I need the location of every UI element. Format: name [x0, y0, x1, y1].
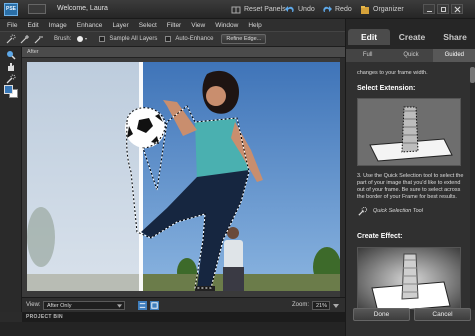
quick-selection-tool-button-icon[interactable]	[357, 206, 368, 217]
photo-artwork	[27, 62, 343, 291]
organizer-icon	[361, 5, 369, 14]
reset-view-icon[interactable]	[150, 301, 159, 310]
menu-window[interactable]: Window	[215, 22, 238, 29]
app-logo: PSE	[4, 3, 18, 16]
step3-instructions: 3. Use the Quick Selection tool to selec…	[357, 173, 464, 200]
menu-enhance[interactable]: Enhance	[77, 22, 103, 29]
tab-create[interactable]: Create	[391, 29, 433, 45]
brush-picker-icon[interactable]	[75, 34, 89, 44]
maximize-button[interactable]	[437, 4, 449, 14]
document-window: After	[22, 47, 345, 297]
reset-panels-icon	[231, 6, 241, 13]
zoom-tool-icon[interactable]	[5, 50, 17, 60]
document-tab-label: After	[27, 49, 39, 55]
zoom-value: 21%	[316, 303, 328, 309]
menu-image[interactable]: Image	[49, 22, 67, 29]
cancel-button[interactable]: Cancel	[414, 308, 471, 321]
sample-all-layers-checkbox[interactable]	[99, 36, 106, 42]
reset-panels-button[interactable]: Reset Panels	[231, 4, 286, 15]
intro-text: changes to your frame width.	[357, 70, 428, 76]
zoom-dropdown-icon[interactable]	[333, 304, 339, 308]
tower-effect-illustration	[358, 248, 460, 310]
organizer-button[interactable]: Organizer	[360, 4, 404, 15]
subtab-quick[interactable]: Quick	[389, 49, 432, 62]
tab-edit[interactable]: Edit	[348, 29, 390, 45]
menu-edit[interactable]: Edit	[27, 22, 38, 29]
project-bin-label: PROJECT BIN	[26, 314, 63, 320]
bottom-bar	[0, 322, 345, 336]
select-extension-heading: Select Extension:	[357, 85, 416, 92]
brush-label: Brush:	[54, 36, 72, 42]
foreground-color-swatch[interactable]	[4, 85, 13, 94]
document-status-bar: View: After Only Zoom: 21%	[22, 297, 345, 312]
quick-selection-tool-label: Quick Selection Tool	[373, 208, 423, 214]
title-bar: PSE Welcome, Laura Reset Panels Undo Red…	[0, 0, 475, 19]
chevron-down-icon	[117, 304, 122, 308]
auto-enhance-checkbox[interactable]	[165, 36, 172, 42]
refine-edge-button[interactable]: Refine Edge...	[221, 34, 267, 44]
create-effect-illustration	[357, 247, 461, 310]
redo-button[interactable]: Redo	[322, 4, 352, 15]
project-bin[interactable]: PROJECT BIN	[22, 312, 345, 322]
redo-icon	[323, 5, 332, 12]
menu-bar: File Edit Image Enhance Layer Select Fil…	[0, 19, 345, 31]
panel-scrollbar[interactable]	[470, 67, 475, 310]
redo-label: Redo	[335, 6, 352, 13]
hand-tool-icon[interactable]	[5, 62, 17, 72]
panel-scrollbar-thumb[interactable]	[470, 67, 475, 83]
menu-layer[interactable]: Layer	[112, 22, 128, 29]
minimize-button[interactable]	[423, 4, 435, 14]
menu-filter[interactable]: Filter	[167, 22, 181, 29]
close-icon	[454, 6, 461, 13]
close-button[interactable]	[451, 4, 463, 14]
toolbox	[0, 47, 22, 312]
edit-mode-tabs: Full Quick Guided	[346, 49, 475, 62]
view-select-value: After Only	[47, 303, 72, 309]
add-to-selection-icon[interactable]	[20, 34, 30, 44]
welcome-text: Welcome, Laura	[57, 5, 108, 12]
workspace-menu-button[interactable]	[28, 4, 46, 14]
menu-help[interactable]: Help	[248, 22, 261, 29]
menu-select[interactable]: Select	[139, 22, 157, 29]
zoom-field[interactable]: 21%	[312, 301, 330, 310]
create-effect-heading: Create Effect:	[357, 233, 403, 240]
done-button[interactable]: Done	[353, 308, 410, 321]
document-tab[interactable]: After	[22, 47, 345, 58]
menu-view[interactable]: View	[191, 22, 205, 29]
tool-options-bar: Brush: Sample All Layers Auto-Enhance Re…	[0, 31, 345, 47]
panel-tabs: Edit Create Share	[346, 19, 475, 49]
guided-edit-content: changes to your frame width. Select Exte…	[351, 67, 467, 310]
view-select[interactable]: After Only	[43, 301, 125, 310]
undo-label: Undo	[298, 6, 315, 13]
organizer-label: Organizer	[373, 6, 404, 13]
subtab-guided[interactable]: Guided	[432, 49, 475, 62]
panel-bin: Edit Create Share Full Quick Guided chan…	[345, 19, 475, 336]
subtab-full[interactable]: Full	[346, 49, 389, 62]
undo-icon	[285, 5, 294, 12]
view-label: View:	[26, 302, 41, 308]
subtract-from-selection-icon[interactable]	[34, 34, 44, 44]
zoom-label: Zoom:	[292, 302, 310, 308]
quick-selection-tool-icon[interactable]	[6, 34, 16, 44]
auto-enhance-label: Auto-Enhance	[175, 36, 214, 42]
tower-frame-illustration	[358, 99, 460, 165]
swap-before-after-icon[interactable]	[138, 301, 147, 310]
sample-all-layers-label: Sample All Layers	[109, 36, 158, 42]
quick-selection-icon[interactable]	[5, 74, 17, 84]
menu-file[interactable]: File	[7, 22, 17, 29]
reset-panels-label: Reset Panels	[244, 6, 286, 13]
tab-share[interactable]: Share	[434, 29, 475, 45]
image-canvas[interactable]	[27, 62, 343, 291]
undo-button[interactable]: Undo	[285, 4, 315, 15]
select-extension-illustration	[357, 98, 461, 166]
